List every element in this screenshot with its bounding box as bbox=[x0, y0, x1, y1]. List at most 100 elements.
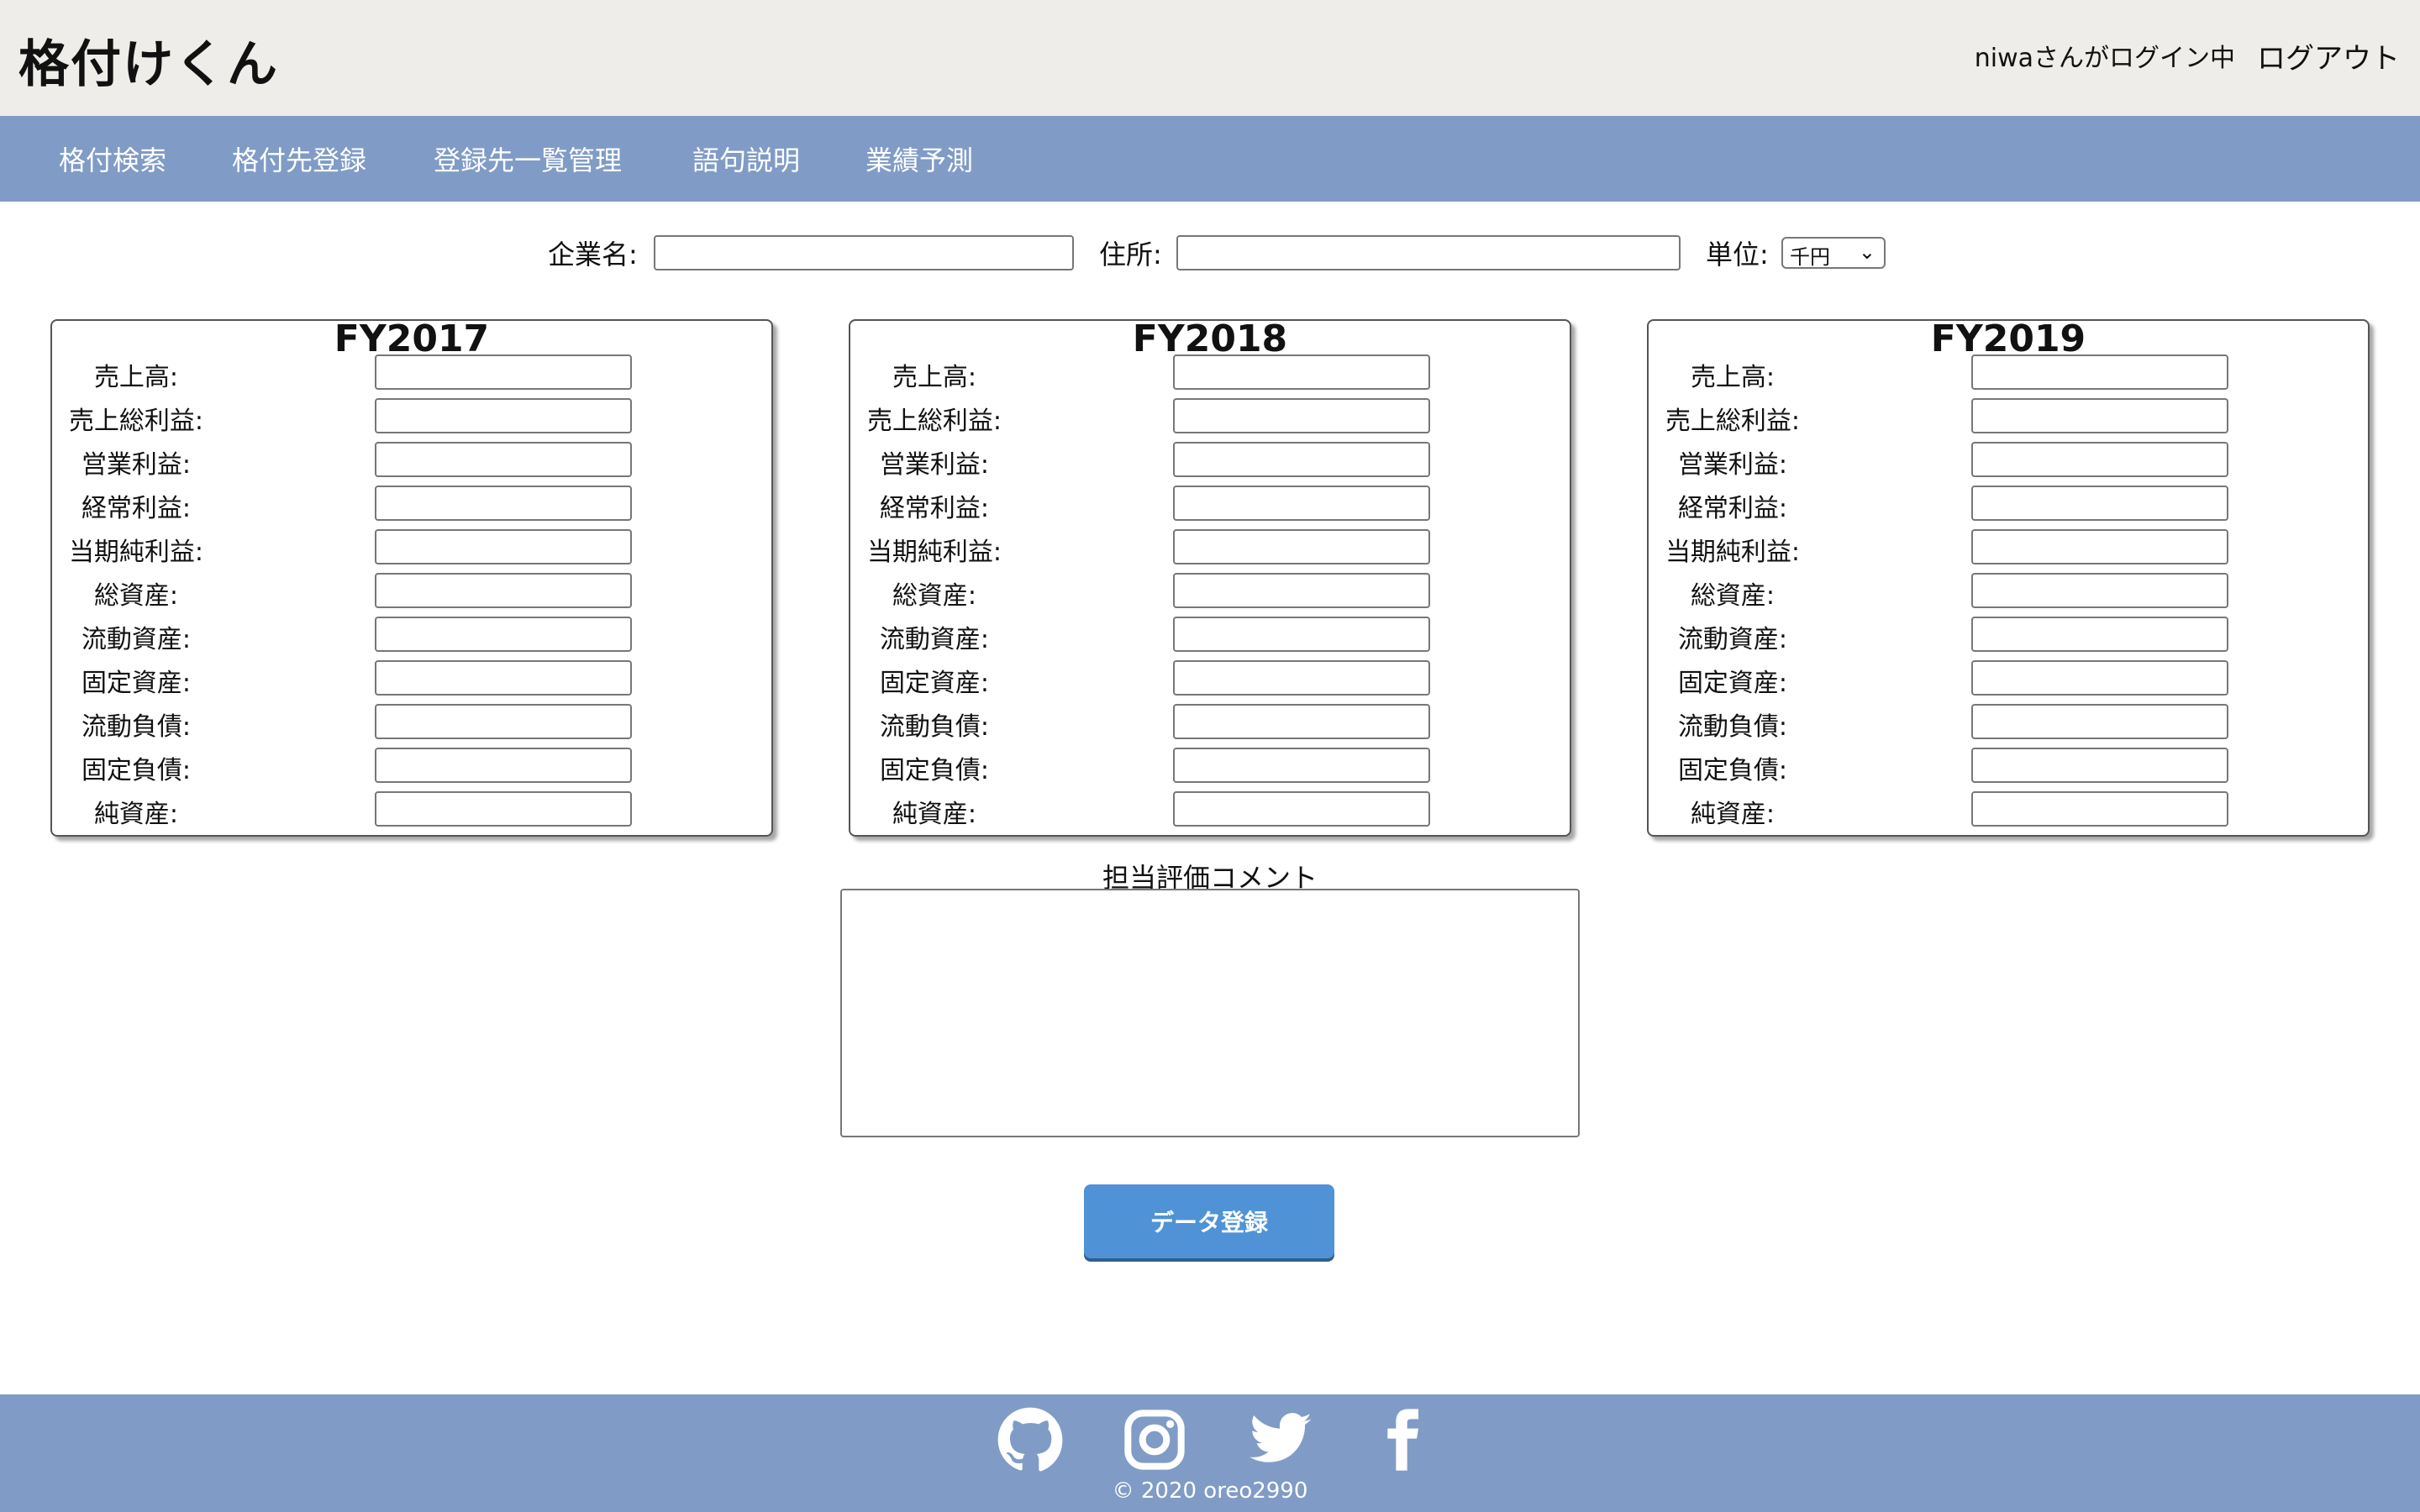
company-name-input[interactable] bbox=[654, 235, 1074, 270]
unit-label: 単位: bbox=[1706, 239, 1769, 270]
twitter-icon[interactable] bbox=[1247, 1406, 1314, 1473]
total-assets-label: 総資産: bbox=[892, 581, 977, 611]
fixed-liabilities-input[interactable] bbox=[375, 748, 632, 783]
github-icon[interactable] bbox=[997, 1406, 1064, 1473]
net-income-input[interactable] bbox=[1173, 529, 1430, 564]
nav-item-glossary[interactable]: 語句説明 bbox=[692, 139, 800, 178]
sales-input[interactable] bbox=[375, 354, 632, 390]
fixed-liabilities-input[interactable] bbox=[1173, 748, 1430, 783]
net-assets-input[interactable] bbox=[375, 791, 632, 827]
row-net-assets: 純資産: bbox=[52, 790, 771, 833]
current-liabilities-input[interactable] bbox=[1971, 704, 2228, 739]
current-liabilities-label: 流動負債: bbox=[1677, 712, 1788, 742]
total-assets-label: 総資産: bbox=[93, 581, 179, 611]
total-assets-input[interactable] bbox=[1971, 573, 2228, 608]
net-assets-input[interactable] bbox=[1173, 791, 1430, 827]
current-liabilities-input[interactable] bbox=[375, 704, 632, 739]
current-assets-input[interactable] bbox=[1971, 617, 2228, 652]
sales-input[interactable] bbox=[1173, 354, 1430, 390]
net-income-label: 当期純利益: bbox=[1665, 538, 1801, 567]
row-current-assets: 流動資産: bbox=[1649, 615, 2368, 659]
row-fixed-liabilities: 固定負債: bbox=[850, 746, 1570, 790]
current-liabilities-label: 流動負債: bbox=[879, 712, 990, 742]
panel-fy2018: FY2018 売上高: 売上総利益: 営業利益: 経常利益: 当期純利益: 総資産: 流動資… bbox=[849, 319, 1571, 837]
login-status: niwaさんがログイン中 bbox=[1974, 44, 2235, 73]
row-operating-income: 営業利益: bbox=[52, 440, 771, 484]
comment-textarea[interactable] bbox=[840, 889, 1580, 1137]
current-assets-label: 流動資産: bbox=[1677, 625, 1788, 654]
instagram-icon[interactable] bbox=[1121, 1406, 1188, 1473]
row-sales: 売上高: bbox=[850, 353, 1570, 396]
row-gross-profit: 売上総利益: bbox=[52, 396, 771, 440]
row-fixed-assets: 固定資産: bbox=[1649, 659, 2368, 702]
row-sales: 売上高: bbox=[52, 353, 771, 396]
row-gross-profit: 売上総利益: bbox=[1649, 396, 2368, 440]
net-assets-input[interactable] bbox=[1971, 791, 2228, 827]
row-operating-income: 営業利益: bbox=[850, 440, 1570, 484]
fixed-assets-input[interactable] bbox=[1971, 660, 2228, 696]
sales-input[interactable] bbox=[1971, 354, 2228, 390]
unit-select-value: 千円 bbox=[1790, 245, 1830, 269]
fixed-assets-input[interactable] bbox=[375, 660, 632, 696]
company-name-label: 企業名: bbox=[548, 239, 638, 270]
panel-fy2019: FY2019 売上高: 売上総利益: 営業利益: 経常利益: 当期純利益: 総資産: 流動資… bbox=[1647, 319, 2370, 837]
row-current-assets: 流動資産: bbox=[52, 615, 771, 659]
gross-profit-input[interactable] bbox=[1173, 398, 1430, 433]
operating-income-input[interactable] bbox=[1971, 442, 2228, 477]
row-total-assets: 総資産: bbox=[1649, 571, 2368, 615]
facebook-icon[interactable] bbox=[1368, 1406, 1435, 1473]
nav-item-rating-search[interactable]: 格付検索 bbox=[59, 139, 166, 178]
address-input[interactable] bbox=[1176, 235, 1681, 270]
sales-label: 売上高: bbox=[93, 363, 179, 392]
gross-profit-label: 売上総利益: bbox=[68, 407, 204, 436]
ordinary-income-input[interactable] bbox=[1173, 486, 1430, 521]
unit-select[interactable]: 千円 ⌄ bbox=[1781, 237, 1886, 269]
gross-profit-input[interactable] bbox=[375, 398, 632, 433]
fixed-assets-input[interactable] bbox=[1173, 660, 1430, 696]
net-income-label: 当期純利益: bbox=[68, 538, 204, 567]
nav-item-rating-register[interactable]: 格付先登録 bbox=[232, 139, 366, 178]
row-current-liabilities: 流動負債: bbox=[52, 702, 771, 746]
operating-income-label: 営業利益: bbox=[879, 450, 990, 480]
ordinary-income-label: 経常利益: bbox=[879, 494, 990, 523]
operating-income-input[interactable] bbox=[1173, 442, 1430, 477]
copyright: © 2020 oreo2990 bbox=[1112, 1478, 1308, 1504]
net-income-input[interactable] bbox=[375, 529, 632, 564]
total-assets-input[interactable] bbox=[1173, 573, 1430, 608]
total-assets-input[interactable] bbox=[375, 573, 632, 608]
current-assets-input[interactable] bbox=[1173, 617, 1430, 652]
fixed-assets-label: 固定資産: bbox=[81, 669, 192, 698]
operating-income-input[interactable] bbox=[375, 442, 632, 477]
app-title: 格付けくん bbox=[18, 35, 279, 94]
row-fixed-liabilities: 固定負債: bbox=[1649, 746, 2368, 790]
logout-link[interactable]: ログアウト bbox=[2257, 35, 2400, 76]
sales-label: 売上高: bbox=[1690, 363, 1776, 392]
fixed-liabilities-label: 固定負債: bbox=[879, 756, 990, 785]
address-label: 住所: bbox=[1099, 239, 1162, 270]
row-net-income: 当期純利益: bbox=[850, 528, 1570, 571]
ordinary-income-input[interactable] bbox=[375, 486, 632, 521]
current-assets-label: 流動資産: bbox=[81, 625, 192, 654]
current-liabilities-input[interactable] bbox=[1173, 704, 1430, 739]
ordinary-income-input[interactable] bbox=[1971, 486, 2228, 521]
nav-item-registered-list[interactable]: 登録先一覧管理 bbox=[434, 139, 622, 178]
current-assets-input[interactable] bbox=[375, 617, 632, 652]
fixed-assets-label: 固定資産: bbox=[1677, 669, 1788, 698]
row-current-liabilities: 流動負債: bbox=[850, 702, 1570, 746]
gross-profit-label: 売上総利益: bbox=[1665, 407, 1801, 436]
net-income-input[interactable] bbox=[1971, 529, 2228, 564]
header: 格付けくん niwaさんがログイン中 ログアウト bbox=[0, 0, 2420, 116]
register-data-button[interactable]: データ登録 bbox=[1084, 1184, 1334, 1258]
row-current-liabilities: 流動負債: bbox=[1649, 702, 2368, 746]
gross-profit-input[interactable] bbox=[1971, 398, 2228, 433]
fixed-liabilities-label: 固定負債: bbox=[81, 756, 192, 785]
nav-item-forecast[interactable]: 業績予測 bbox=[865, 139, 973, 178]
row-net-income: 当期純利益: bbox=[1649, 528, 2368, 571]
gross-profit-label: 売上総利益: bbox=[866, 407, 1002, 436]
main-nav: 格付検索 格付先登録 登録先一覧管理 語句説明 業績予測 bbox=[0, 116, 2420, 202]
row-fixed-assets: 固定資産: bbox=[52, 659, 771, 702]
net-assets-label: 純資産: bbox=[1690, 800, 1776, 829]
chevron-down-icon: ⌄ bbox=[1858, 240, 1876, 264]
fixed-liabilities-input[interactable] bbox=[1971, 748, 2228, 783]
footer: © 2020 oreo2990 bbox=[0, 1394, 2420, 1512]
